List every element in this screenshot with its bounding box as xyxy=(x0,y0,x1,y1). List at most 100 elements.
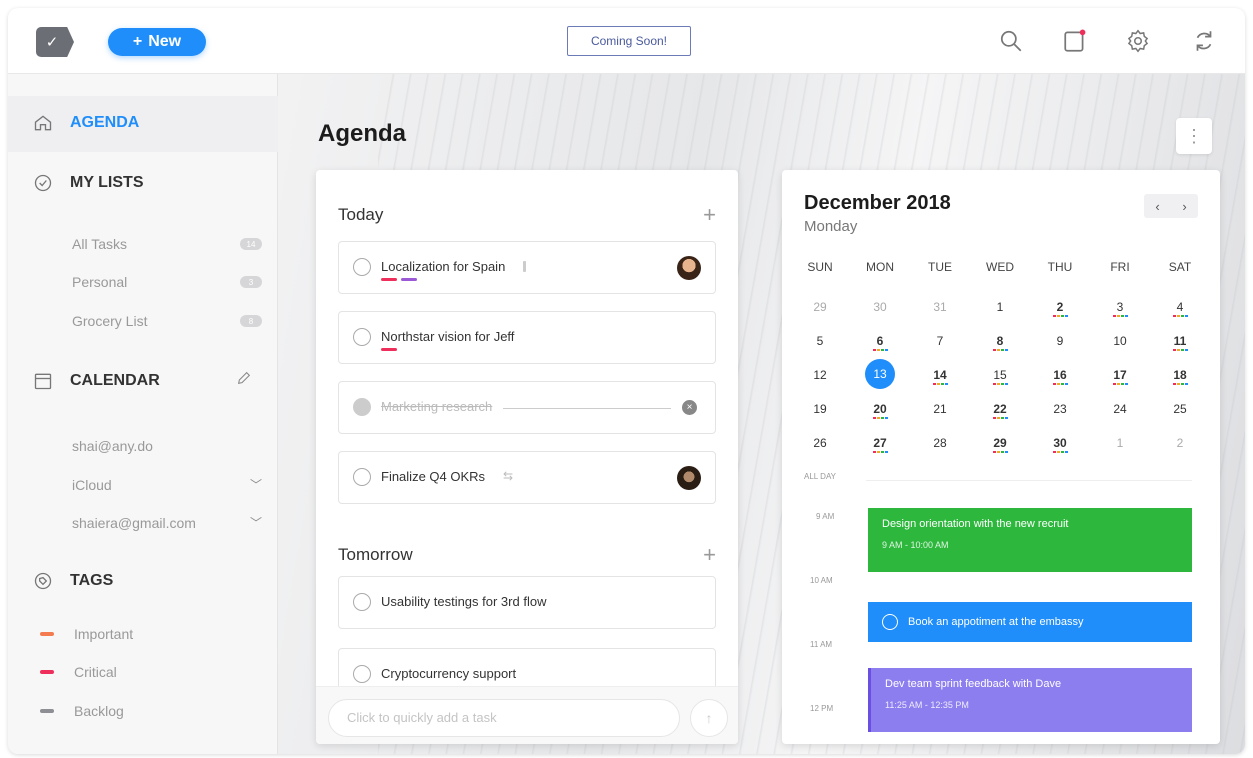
time-label: 12 PM xyxy=(810,704,834,713)
add-task-icon[interactable]: + xyxy=(703,202,716,228)
calendar-day[interactable]: 21 xyxy=(910,402,970,416)
sync-icon[interactable] xyxy=(1191,28,1217,54)
chevron-right-icon[interactable]: › xyxy=(1182,199,1186,214)
task-item[interactable]: Northstar vision for Jeff xyxy=(338,311,716,364)
calendar-day[interactable]: 24 xyxy=(1090,402,1150,416)
task-checkbox-checked[interactable] xyxy=(353,398,371,416)
day-of-week: SAT xyxy=(1168,260,1192,274)
calendar-day[interactable]: 26 xyxy=(790,436,850,450)
sidebar-item-tags[interactable]: TAGS xyxy=(32,570,113,592)
task-checkbox[interactable] xyxy=(882,614,898,630)
tag-critical[interactable]: Critical xyxy=(40,664,117,680)
calendar-day[interactable]: 18 xyxy=(1150,368,1210,382)
page-title: Agenda xyxy=(318,120,407,147)
calendar-day[interactable]: 6 xyxy=(850,334,910,348)
calendar-day[interactable]: 15 xyxy=(970,368,1030,382)
calendar-day[interactable]: 17 xyxy=(1090,368,1150,382)
new-button[interactable]: + New xyxy=(108,28,206,56)
sidebar-item-agenda[interactable]: AGENDA xyxy=(32,112,139,134)
task-checkbox[interactable] xyxy=(353,258,371,276)
delete-icon[interactable]: × xyxy=(682,400,697,415)
app-logo-icon[interactable]: ✓ xyxy=(36,27,74,57)
event-dot xyxy=(940,383,944,385)
calendar-day[interactable]: 30 xyxy=(1030,436,1090,450)
tag-important[interactable]: Important xyxy=(40,626,133,642)
calendar-day[interactable]: 2 xyxy=(1030,300,1090,314)
calendar-day[interactable]: 7 xyxy=(910,334,970,348)
task-checkbox[interactable] xyxy=(353,665,371,683)
calendar-day[interactable]: 19 xyxy=(790,402,850,416)
event-dots xyxy=(1030,451,1090,453)
sidebar-item-all-tasks[interactable]: All Tasks 14 xyxy=(72,236,262,252)
coming-soon-button[interactable]: Coming Soon! xyxy=(567,26,691,56)
notification-icon[interactable] xyxy=(1062,28,1088,54)
task-item-completed[interactable]: Marketing research × xyxy=(338,381,716,434)
event-dots xyxy=(1150,349,1210,351)
calendar-day[interactable]: 23 xyxy=(1030,402,1090,416)
calendar-event[interactable]: Dev team sprint feedback with Dave 11:25… xyxy=(868,668,1192,732)
calendar-day[interactable]: 20 xyxy=(850,402,910,416)
task-checkbox[interactable] xyxy=(353,468,371,486)
event-title: Dev team sprint feedback with Dave xyxy=(885,678,1062,690)
calendar-month-title: December 2018 xyxy=(804,192,951,214)
time-label: 9 AM xyxy=(816,512,835,521)
task-tags xyxy=(381,278,417,281)
calendar-day[interactable]: 29 xyxy=(970,436,1030,450)
calendar-day[interactable]: 9 xyxy=(1030,334,1090,348)
calendar-day[interactable]: 16 xyxy=(1030,368,1090,382)
task-item[interactable]: Usability testings for 3rd flow xyxy=(338,576,716,629)
sidebar-item-personal[interactable]: Personal 3 xyxy=(72,274,262,290)
event-dot xyxy=(1172,315,1176,317)
sidebar-item-my-lists[interactable]: MY LISTS xyxy=(32,172,144,194)
arrow-up-icon[interactable]: ↑ xyxy=(690,699,728,737)
pencil-icon[interactable] xyxy=(236,370,252,391)
task-title: Marketing research xyxy=(381,399,493,414)
task-item[interactable]: Finalize Q4 OKRs ⇆ xyxy=(338,451,716,504)
task-title: Finalize Q4 OKRs xyxy=(381,469,486,484)
section-title: Today xyxy=(338,205,384,224)
add-task-icon[interactable]: + xyxy=(703,542,716,568)
calendar-day[interactable]: 14 xyxy=(910,368,970,382)
calendar-day[interactable]: 10 xyxy=(1090,334,1150,348)
more-options-icon[interactable]: ⋮ xyxy=(1176,118,1212,154)
calendar-day[interactable]: 5 xyxy=(790,334,850,348)
event-dot xyxy=(996,417,1000,419)
task-item[interactable]: Localization for Spain xyxy=(338,241,716,294)
task-checkbox[interactable] xyxy=(353,328,371,346)
calendar-day[interactable]: 11 xyxy=(1150,334,1210,348)
calendar-day[interactable]: 1 xyxy=(1090,436,1150,450)
chevron-down-icon[interactable]: ﹀ xyxy=(250,514,262,531)
sidebar-account-icloud[interactable]: iCloud ﹀ xyxy=(72,476,262,493)
calendar-day[interactable]: 25 xyxy=(1150,402,1210,416)
sidebar-item-grocery-list[interactable]: Grocery List 8 xyxy=(72,313,262,329)
list-label: All Tasks xyxy=(72,236,127,252)
calendar-task-event[interactable]: Book an appotiment at the embassy xyxy=(868,602,1192,642)
calendar-day[interactable]: 3 xyxy=(1090,300,1150,314)
calendar-day[interactable]: 27 xyxy=(850,436,910,450)
tag-backlog[interactable]: Backlog xyxy=(40,703,124,719)
sidebar-account-any-do[interactable]: shai@any.do xyxy=(72,438,262,454)
event-dot xyxy=(872,417,876,419)
calendar-day[interactable]: 2 xyxy=(1150,436,1210,450)
chevron-left-icon[interactable]: ‹ xyxy=(1155,199,1159,214)
gear-icon[interactable] xyxy=(1125,28,1151,54)
task-checkbox[interactable] xyxy=(353,593,371,611)
calendar-day[interactable]: 1 xyxy=(970,300,1030,314)
quick-add-input[interactable]: Click to quickly add a task xyxy=(328,699,680,737)
chevron-down-icon[interactable]: ﹀ xyxy=(250,476,262,493)
calendar-day[interactable]: 31 xyxy=(910,300,970,314)
calendar-day-selected[interactable]: 13 xyxy=(865,359,895,389)
sidebar-account-gmail[interactable]: shaiera@gmail.com ﹀ xyxy=(72,514,262,531)
calendar-day[interactable]: 12 xyxy=(790,368,850,382)
calendar-day[interactable]: 28 xyxy=(910,436,970,450)
sidebar-item-calendar[interactable]: CALENDAR xyxy=(32,370,262,392)
search-icon[interactable] xyxy=(998,28,1024,54)
calendar-day[interactable]: 29 xyxy=(790,300,850,314)
event-dots xyxy=(850,349,910,351)
calendar-day[interactable]: 22 xyxy=(970,402,1030,416)
app-window: ✓ + New Coming Soon! AGENDA MY LISTS All… xyxy=(8,8,1245,754)
calendar-event[interactable]: Design orientation with the new recruit … xyxy=(868,508,1192,572)
calendar-day[interactable]: 4 xyxy=(1150,300,1210,314)
calendar-day[interactable]: 8 xyxy=(970,334,1030,348)
calendar-day[interactable]: 30 xyxy=(850,300,910,314)
